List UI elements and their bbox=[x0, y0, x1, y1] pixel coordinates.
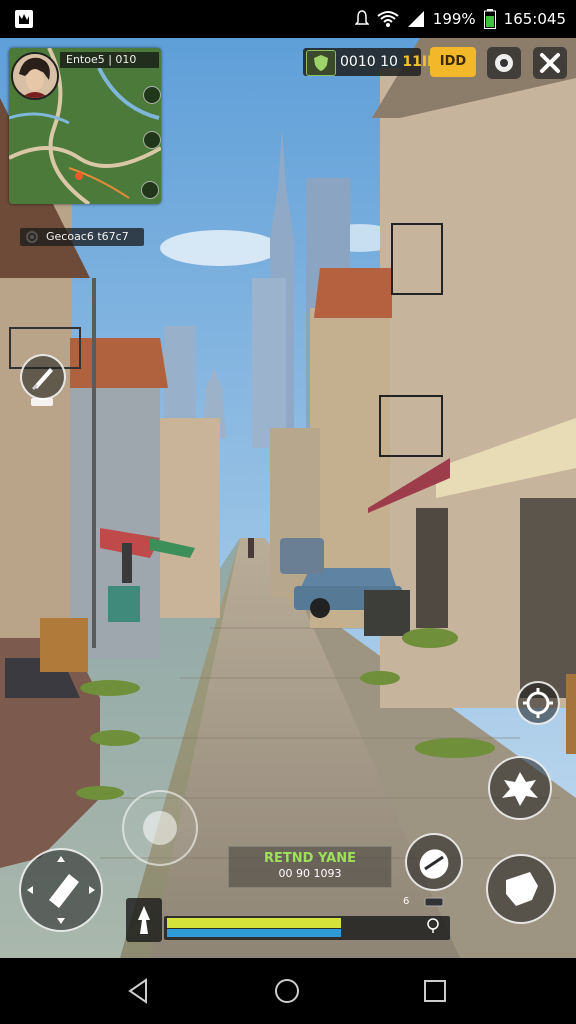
dpad-icon bbox=[27, 856, 95, 924]
knife-icon bbox=[32, 368, 53, 390]
status-bar: 199% 165:045 bbox=[0, 0, 576, 38]
resource-value: 0010 10 11IE bbox=[340, 51, 437, 73]
settings-button[interactable] bbox=[487, 47, 521, 79]
grenade-button[interactable] bbox=[405, 833, 463, 891]
joystick-knob[interactable] bbox=[143, 811, 177, 845]
resource-count: 0010 10 bbox=[340, 54, 398, 70]
pin-icon[interactable] bbox=[143, 86, 161, 104]
battery-icon bbox=[483, 9, 496, 29]
minimap-label: Entoe5 | 010 bbox=[60, 52, 159, 68]
health-bar bbox=[167, 918, 341, 928]
navigation-bar bbox=[0, 958, 576, 1024]
ammo-label bbox=[31, 398, 53, 406]
mission-title: RETND YANE bbox=[264, 851, 356, 866]
grenade-icon bbox=[419, 849, 449, 879]
app-icon bbox=[15, 10, 33, 28]
recents-icon[interactable] bbox=[420, 976, 450, 1006]
back-icon[interactable] bbox=[124, 976, 154, 1006]
character-icon[interactable] bbox=[126, 898, 162, 942]
player-portrait bbox=[13, 54, 57, 98]
bag-icon[interactable] bbox=[143, 131, 161, 149]
clock: 165:045 bbox=[503, 10, 566, 28]
compass-icon[interactable] bbox=[141, 181, 159, 199]
mission-panel: RETND YANE 00 90 1093 bbox=[228, 846, 392, 888]
wifi-icon bbox=[377, 11, 399, 27]
move-button[interactable] bbox=[19, 848, 103, 932]
notification-icon bbox=[354, 10, 369, 25]
small-counter: 6 bbox=[403, 896, 410, 907]
burst-icon bbox=[502, 772, 538, 806]
aim-button[interactable] bbox=[516, 681, 560, 725]
signal-icon bbox=[407, 11, 424, 27]
energy-bar bbox=[167, 929, 341, 937]
gold-button[interactable]: IDD bbox=[430, 47, 476, 77]
special-attack-button[interactable] bbox=[488, 756, 552, 820]
home-icon[interactable] bbox=[272, 976, 302, 1006]
gear-icon bbox=[495, 54, 513, 72]
shield-icon[interactable] bbox=[306, 50, 336, 76]
crosshair-gear-icon bbox=[523, 688, 553, 718]
mission-subtitle: 00 90 1093 bbox=[278, 867, 342, 880]
fire-button[interactable] bbox=[486, 854, 556, 924]
runner-icon bbox=[138, 906, 150, 934]
player-avatar[interactable] bbox=[11, 52, 59, 100]
cartridge-icon bbox=[424, 897, 444, 907]
tools-button[interactable] bbox=[533, 47, 567, 79]
fist-icon bbox=[506, 872, 538, 906]
hook-icon bbox=[427, 918, 439, 933]
shield-glyph bbox=[314, 55, 328, 71]
melee-button[interactable] bbox=[20, 354, 66, 400]
objective-banner: Gecoac6 t67c7 bbox=[20, 228, 144, 246]
battery-percent: 199% bbox=[432, 10, 476, 28]
crossed-tools-icon bbox=[540, 53, 560, 73]
